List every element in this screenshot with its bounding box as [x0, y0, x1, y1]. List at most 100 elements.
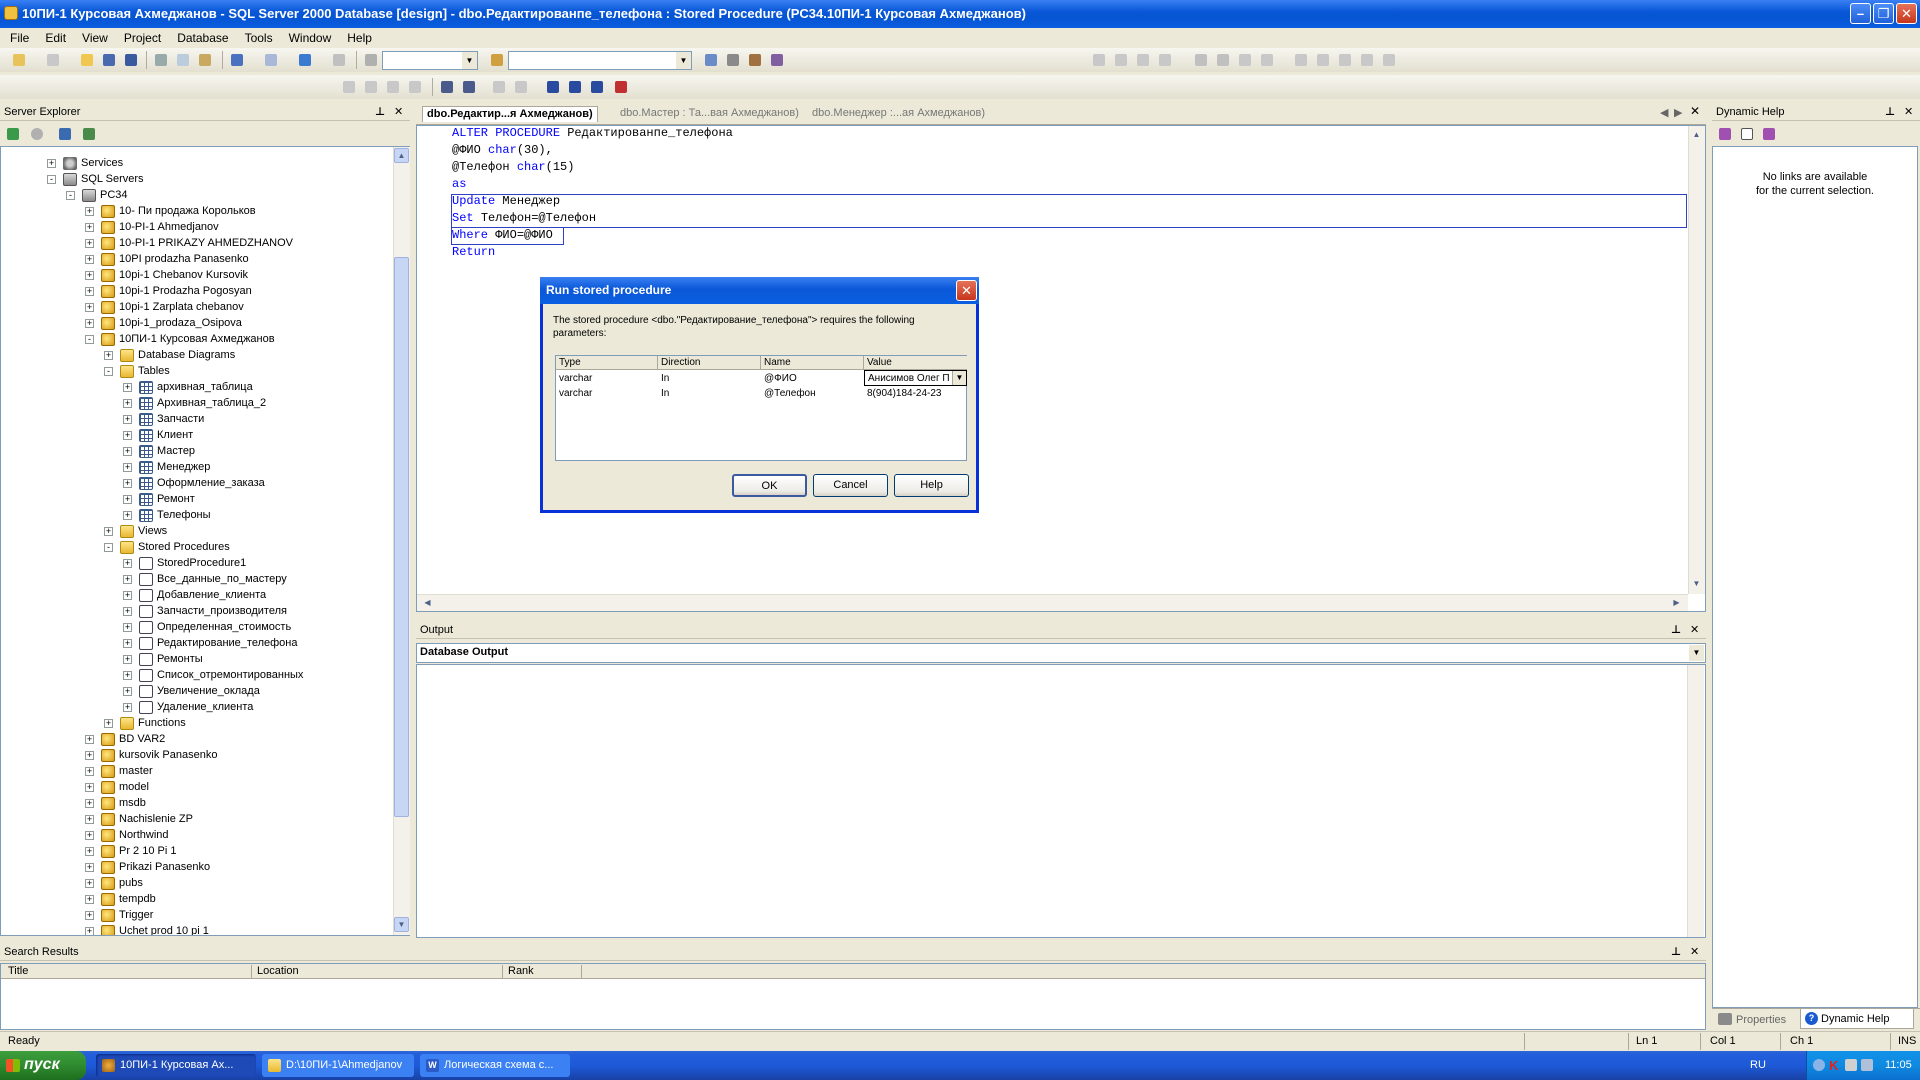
tree-item[interactable]: + Удаление_клиента — [1, 700, 393, 716]
expand-icon[interactable]: + — [85, 783, 94, 792]
tree-item[interactable]: + tempdb — [1, 892, 393, 908]
tab-scroll-right-icon[interactable]: ▶ — [1674, 106, 1682, 119]
align-icon-4[interactable] — [406, 78, 424, 96]
expand-icon[interactable]: + — [85, 815, 94, 824]
close-document-icon[interactable]: ✕ — [1690, 104, 1700, 118]
expand-icon[interactable]: + — [85, 303, 94, 312]
help-button[interactable]: Help — [894, 474, 969, 497]
tree-item[interactable]: + Trigger — [1, 908, 393, 924]
save-all-icon[interactable] — [122, 51, 140, 69]
outdent-icon[interactable] — [460, 78, 478, 96]
expand-icon[interactable]: + — [123, 447, 132, 456]
tree-item[interactable]: + Менеджер — [1, 460, 393, 476]
tree-item[interactable]: +10PI prodazha Panasenko — [1, 252, 393, 268]
next-record-icon[interactable] — [1336, 51, 1354, 69]
bookmark-icon[interactable] — [544, 78, 562, 96]
tree-vertical-scrollbar[interactable]: ▲ ▼ — [393, 147, 410, 935]
expand-icon[interactable]: + — [123, 415, 132, 424]
tree-item[interactable]: + Database Diagrams — [1, 348, 393, 364]
tree-item[interactable]: + master — [1, 764, 393, 780]
tree-item[interactable]: + Мастер — [1, 444, 393, 460]
next-bookmark-icon[interactable] — [566, 78, 584, 96]
tree-item[interactable]: + Pr 2 10 Pi 1 — [1, 844, 393, 860]
tree-item[interactable]: + Список_отремонтированных — [1, 668, 393, 684]
expand-icon[interactable]: + — [85, 847, 94, 856]
collapse-icon[interactable]: - — [85, 335, 94, 344]
query-toolbar-icon-3[interactable] — [1134, 51, 1152, 69]
tree-item[interactable]: + kursovik Panasenko — [1, 748, 393, 764]
save-icon[interactable] — [100, 51, 118, 69]
minimize-button[interactable]: – — [1850, 3, 1871, 24]
collapse-icon[interactable]: - — [47, 175, 56, 184]
scroll-up-icon[interactable]: ▲ — [1689, 128, 1704, 143]
expand-icon[interactable]: + — [123, 607, 132, 616]
expand-icon[interactable]: + — [104, 351, 113, 360]
column-value[interactable]: Value — [864, 356, 967, 370]
expand-icon[interactable]: + — [123, 655, 132, 664]
class-view-icon[interactable] — [768, 51, 786, 69]
undo-icon[interactable] — [228, 51, 246, 69]
tab-master[interactable]: dbo.Мастер : Та...вая Ахмеджанов) — [620, 106, 799, 122]
tab-editor-active[interactable]: dbo.Редактир...я Ахмеджанов) — [422, 106, 598, 122]
query-toolbar-icon[interactable] — [1090, 51, 1108, 69]
help-index-icon[interactable] — [1738, 125, 1756, 143]
navigate-back-icon[interactable] — [296, 51, 314, 69]
tree-item[interactable]: + Northwind — [1, 828, 393, 844]
pin-icon[interactable]: ⊥ — [1671, 623, 1681, 636]
contents-icon[interactable] — [1716, 125, 1734, 143]
tree-item[interactable]: + Добавление_клиента — [1, 588, 393, 604]
uncomment-icon[interactable] — [512, 78, 530, 96]
tree-item[interactable]: +10-PI-1 PRIKAZY AHMEDZHANOV — [1, 236, 393, 252]
tree-item[interactable]: + архивная_таблица — [1, 380, 393, 396]
maximize-button[interactable]: ❐ — [1873, 3, 1894, 24]
column-name[interactable]: Name — [761, 356, 864, 370]
collapse-icon[interactable]: - — [104, 543, 113, 552]
start-icon[interactable] — [362, 51, 380, 69]
tree-item[interactable]: +10pi-1 Zarplata chebanov — [1, 300, 393, 316]
help-search-icon[interactable] — [1760, 125, 1778, 143]
new-project-icon[interactable] — [10, 51, 28, 69]
expand-icon[interactable]: + — [123, 479, 132, 488]
expand-icon[interactable]: + — [47, 159, 56, 168]
tree-item[interactable]: + model — [1, 780, 393, 796]
toolbar-options-icon[interactable] — [1380, 51, 1398, 69]
output-source-dropdown[interactable]: Database Output ▼ — [416, 643, 1706, 663]
menu-edit[interactable]: Edit — [37, 28, 74, 48]
expand-icon[interactable]: + — [85, 911, 94, 920]
task-word[interactable]: W Логическая схема с... — [420, 1054, 570, 1077]
align-icon-2[interactable] — [362, 78, 380, 96]
comment-icon[interactable] — [490, 78, 508, 96]
tree-item[interactable]: + msdb — [1, 796, 393, 812]
first-record-icon[interactable] — [1292, 51, 1310, 69]
expand-icon[interactable]: + — [123, 703, 132, 712]
expand-icon[interactable]: + — [85, 319, 94, 328]
hardware-icon[interactable] — [1845, 1059, 1857, 1071]
align-icon-3[interactable] — [384, 78, 402, 96]
tree-item[interactable]: + Ремонты — [1, 652, 393, 668]
expand-icon[interactable]: + — [123, 431, 132, 440]
connect-server-icon[interactable] — [80, 125, 98, 143]
close-icon[interactable]: ✕ — [1690, 623, 1699, 636]
step-over-icon[interactable] — [1258, 51, 1276, 69]
column-title[interactable]: Title — [4, 965, 252, 979]
tree-item[interactable]: +10- Пи продажа Корольков — [1, 204, 393, 220]
solution-config-dropdown[interactable]: ▼ — [382, 51, 478, 70]
expand-icon[interactable]: + — [85, 799, 94, 808]
expand-icon[interactable]: + — [85, 863, 94, 872]
tree-item[interactable]: + Оформление_заказа — [1, 476, 393, 492]
refresh-icon[interactable] — [4, 125, 22, 143]
menu-window[interactable]: Window — [281, 28, 340, 48]
indent-icon[interactable] — [438, 78, 456, 96]
pin-icon[interactable]: ⊥ — [375, 105, 385, 118]
expand-icon[interactable]: + — [123, 639, 132, 648]
expand-icon[interactable]: + — [123, 623, 132, 632]
prev-bookmark-icon[interactable] — [588, 78, 606, 96]
tree-item[interactable]: - SQL Servers — [1, 172, 393, 188]
step-icon[interactable] — [1236, 51, 1254, 69]
expand-icon[interactable]: + — [123, 383, 132, 392]
tab-properties[interactable]: Properties — [1718, 1011, 1798, 1029]
language-indicator[interactable]: RU — [1750, 1059, 1766, 1071]
output-text-area[interactable] — [416, 664, 1706, 938]
navigate-forward-icon[interactable] — [330, 51, 348, 69]
close-button[interactable]: ✕ — [1896, 3, 1917, 24]
